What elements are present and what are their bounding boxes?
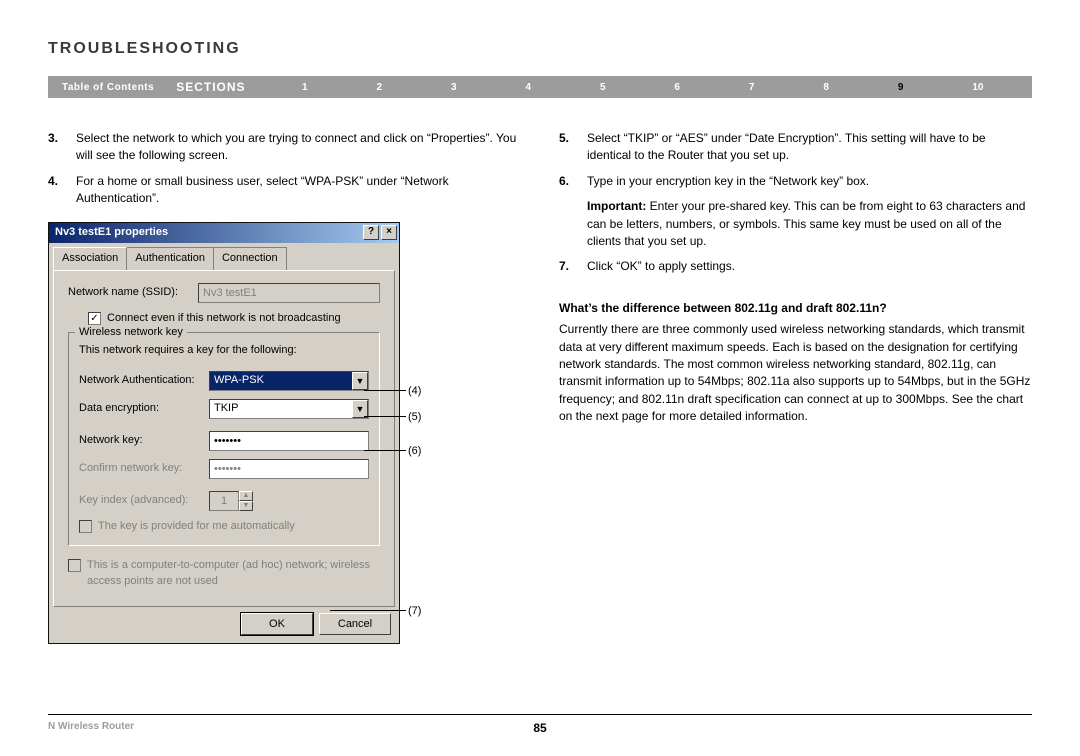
section-link-7[interactable]: 7	[749, 82, 755, 93]
step-text: Select the network to which you are tryi…	[76, 130, 521, 165]
step-text: Click “OK” to apply settings.	[587, 258, 735, 275]
confirmkey-label: Confirm network key:	[79, 461, 209, 477]
spinner-down-icon: ▼	[239, 501, 253, 511]
broadcast-checkbox[interactable]: ✓	[88, 312, 101, 325]
encryption-label: Data encryption:	[79, 401, 209, 417]
step-7: 7. Click “OK” to apply settings.	[559, 258, 1032, 275]
section-link-4[interactable]: 4	[525, 82, 531, 93]
autokey-label: The key is provided for me automatically	[98, 519, 295, 535]
group-description: This network requires a key for the foll…	[79, 343, 369, 359]
auth-value: WPA-PSK	[210, 372, 352, 390]
subheading: What’s the difference between 802.11g an…	[559, 300, 1032, 317]
netkey-input[interactable]	[209, 431, 369, 451]
ok-button[interactable]: OK	[241, 613, 313, 635]
keyindex-label: Key index (advanced):	[79, 493, 209, 509]
important-note: Important: Enter your pre-shared key. Th…	[587, 198, 1032, 250]
keyindex-spinner: 1 ▲▼	[209, 491, 253, 511]
section-numbers: 1 2 3 4 5 6 7 8 9 10	[254, 82, 1032, 93]
step-4: 4. For a home or small business user, se…	[48, 173, 521, 208]
step-number: 5.	[559, 130, 587, 165]
callout-6: (6)	[408, 444, 421, 460]
page-footer: N Wireless Router 85	[48, 714, 1032, 738]
dialog-tabstrip: Association Authentication Connection	[53, 247, 395, 270]
wireless-key-group: Wireless network key This network requir…	[68, 332, 380, 546]
encryption-value: TKIP	[210, 400, 352, 418]
section-navbar: Table of Contents SECTIONS 1 2 3 4 5 6 7…	[48, 76, 1032, 98]
section-link-2[interactable]: 2	[376, 82, 382, 93]
keyindex-value: 1	[209, 491, 239, 511]
step-number: 4.	[48, 173, 76, 208]
adhoc-checkbox	[68, 559, 81, 572]
section-link-1[interactable]: 1	[302, 82, 308, 93]
close-icon[interactable]: ×	[381, 225, 397, 240]
callout-7: (7)	[408, 604, 421, 620]
step-number: 3.	[48, 130, 76, 165]
page-title: Troubleshooting	[48, 40, 1032, 58]
section-link-3[interactable]: 3	[451, 82, 457, 93]
ssid-label: Network name (SSID):	[68, 285, 198, 301]
section-link-10[interactable]: 10	[972, 82, 983, 93]
confirmkey-input	[209, 459, 369, 479]
auth-label: Network Authentication:	[79, 373, 209, 389]
cancel-button[interactable]: Cancel	[319, 613, 391, 635]
step-number: 6.	[559, 173, 587, 190]
body-paragraph: Currently there are three commonly used …	[559, 321, 1032, 425]
step-5: 5. Select “TKIP” or “AES” under “Date En…	[559, 130, 1032, 165]
autokey-checkbox	[79, 520, 92, 533]
step-text: Select “TKIP” or “AES” under “Date Encry…	[587, 130, 1032, 165]
adhoc-label: This is a computer-to-computer (ad hoc) …	[87, 558, 380, 590]
chevron-down-icon[interactable]: ▼	[352, 372, 368, 390]
step-text: For a home or small business user, selec…	[76, 173, 521, 208]
properties-dialog: Nv3 testE1 properties ? × Association Au…	[48, 222, 400, 645]
section-link-5[interactable]: 5	[600, 82, 606, 93]
section-link-9[interactable]: 9	[898, 82, 904, 93]
broadcast-label: Connect even if this network is not broa…	[107, 311, 341, 327]
ssid-input	[198, 283, 380, 303]
dialog-titlebar: Nv3 testE1 properties ? ×	[49, 223, 399, 243]
group-legend: Wireless network key	[75, 325, 187, 341]
tab-authentication[interactable]: Authentication	[126, 247, 214, 270]
page-number: 85	[48, 721, 1032, 735]
spinner-up-icon: ▲	[239, 491, 253, 501]
section-link-6[interactable]: 6	[674, 82, 680, 93]
toc-link[interactable]: Table of Contents	[48, 82, 168, 93]
help-icon[interactable]: ?	[363, 225, 379, 240]
section-link-8[interactable]: 8	[823, 82, 829, 93]
dialog-title: Nv3 testE1 properties	[55, 225, 168, 241]
auth-select[interactable]: WPA-PSK ▼	[209, 371, 369, 391]
step-6: 6. Type in your encryption key in the “N…	[559, 173, 1032, 190]
callout-4: (4)	[408, 384, 421, 400]
step-3: 3. Select the network to which you are t…	[48, 130, 521, 165]
sections-label: SECTIONS	[168, 80, 253, 94]
tab-association[interactable]: Association	[53, 247, 127, 270]
netkey-label: Network key:	[79, 433, 209, 449]
step-text: Type in your encryption key in the “Netw…	[587, 173, 869, 190]
callout-5: (5)	[408, 410, 421, 426]
tab-connection[interactable]: Connection	[213, 247, 287, 270]
step-number: 7.	[559, 258, 587, 275]
encryption-select[interactable]: TKIP ▼	[209, 399, 369, 419]
